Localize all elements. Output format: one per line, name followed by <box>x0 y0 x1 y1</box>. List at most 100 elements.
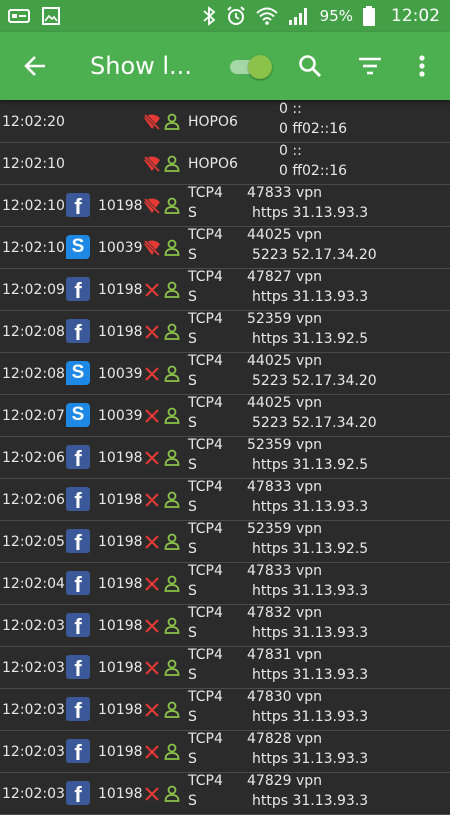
log-time: 12:02:06 <box>2 450 65 466</box>
clock: 12:02 <box>391 6 440 26</box>
skype-app-icon: S <box>66 403 90 427</box>
log-source-port: 52359 vpn <box>247 437 323 453</box>
log-row[interactable]: 12:02:03 f 10198 TCP4 S 47829 vpn https 31.13.… <box>0 773 450 815</box>
user-icon <box>164 491 180 509</box>
user-icon <box>164 239 180 257</box>
log-destination: https 31.13.92.5 <box>252 457 369 473</box>
log-time: 12:02:09 <box>2 282 65 298</box>
log-time: 12:02:10 <box>2 198 65 214</box>
log-uid: 10198 <box>98 492 143 508</box>
log-time: 12:02:03 <box>2 660 65 676</box>
log-row[interactable]: 12:02:08 f 10198 TCP4 S 52359 vpn https 31.13.… <box>0 311 450 353</box>
log-source: 0 :: <box>279 143 302 159</box>
log-time: 12:02:04 <box>2 576 65 592</box>
log-row[interactable]: 12:02:03 f 10198 TCP4 S 47830 vpn https 31.13.… <box>0 689 450 731</box>
log-row[interactable]: 12:02:03 f 10198 TCP4 S 47831 vpn https 31.13.… <box>0 647 450 689</box>
back-button[interactable] <box>0 32 70 100</box>
log-source-port: 47832 vpn <box>247 605 323 621</box>
log-enable-switch[interactable] <box>228 55 272 79</box>
log-protocol: TCP4 <box>188 227 223 243</box>
log-row[interactable]: 12:02:20 HOPO6 0 :: 0 ff02::16 <box>0 101 450 143</box>
log-row[interactable]: 12:02:10 HOPO6 0 :: 0 ff02::16 <box>0 143 450 185</box>
log-time: 12:02:07 <box>2 408 65 424</box>
skype-app-icon: S <box>66 235 90 259</box>
blocked-icon <box>143 491 161 509</box>
log-destination: 0 ff02::16 <box>279 121 348 137</box>
log-row[interactable]: 12:02:05 f 10198 TCP4 S 52359 vpn https 31.13.… <box>0 521 450 563</box>
blocked-icon <box>143 407 161 425</box>
log-flags: S <box>188 457 197 473</box>
filter-button[interactable] <box>352 48 388 84</box>
log-flags: S <box>188 793 197 809</box>
log-row[interactable]: 12:02:10 S 10039 TCP4 S 44025 vpn 5223 52.17.3… <box>0 227 450 269</box>
signal-icon <box>288 8 307 25</box>
facebook-app-icon: f <box>66 781 90 805</box>
log-row[interactable]: 12:02:03 f 10198 TCP4 S 47828 vpn https 31.13.… <box>0 731 450 773</box>
log-row[interactable]: 12:02:06 f 10198 TCP4 S 47833 vpn https 31.13.… <box>0 479 450 521</box>
log-time: 12:02:10 <box>2 156 65 172</box>
log-uid: 10039 <box>98 408 143 424</box>
log-row[interactable]: 12:02:08 S 10039 TCP4 S 44025 vpn 5223 52.17.3… <box>0 353 450 395</box>
status-bar: 95% 12:02 <box>0 0 450 32</box>
log-source: 0 :: <box>279 101 302 117</box>
log-source-port: 47833 vpn <box>247 185 323 201</box>
log-protocol: TCP4 <box>188 689 223 705</box>
search-button[interactable] <box>292 48 328 84</box>
wifi-blocked-icon <box>143 239 161 257</box>
log-flags: S <box>188 583 197 599</box>
log-flags: S <box>188 541 197 557</box>
no-sim-icon <box>8 9 30 23</box>
log-row[interactable]: 12:02:06 f 10198 TCP4 S 52359 vpn https 31.13.… <box>0 437 450 479</box>
user-icon <box>164 701 180 719</box>
log-row[interactable]: 12:02:09 f 10198 TCP4 S 47827 vpn https 31.13.… <box>0 269 450 311</box>
log-time: 12:02:08 <box>2 324 65 340</box>
log-source-port: 47829 vpn <box>247 773 323 789</box>
log-time: 12:02:03 <box>2 618 65 634</box>
user-icon <box>164 407 180 425</box>
user-icon <box>164 659 180 677</box>
log-destination: https 31.13.92.5 <box>252 541 369 557</box>
user-icon <box>164 281 180 299</box>
log-flags: S <box>188 331 197 347</box>
log-destination: https 31.13.93.3 <box>252 499 369 515</box>
log-uid: 10198 <box>98 618 143 634</box>
facebook-app-icon: f <box>66 277 90 301</box>
log-protocol: HOPO6 <box>188 114 238 130</box>
log-row[interactable]: 12:02:03 f 10198 TCP4 S 47832 vpn https 31.13.… <box>0 605 450 647</box>
log-destination: https 31.13.93.3 <box>252 709 369 725</box>
wifi-blocked-icon <box>143 155 161 173</box>
log-destination: https 31.13.93.3 <box>252 289 369 305</box>
page-title: Show l... <box>90 52 192 80</box>
battery-percent: 95% <box>319 7 353 25</box>
blocked-icon <box>143 743 161 761</box>
log-uid: 10198 <box>98 198 143 214</box>
blocked-icon <box>143 323 161 341</box>
log-time: 12:02:03 <box>2 744 65 760</box>
log-protocol: TCP4 <box>188 395 223 411</box>
log-flags: S <box>188 415 197 431</box>
facebook-app-icon: f <box>66 697 90 721</box>
more-options-button[interactable] <box>404 48 440 84</box>
log-protocol: TCP4 <box>188 479 223 495</box>
log-list[interactable]: 12:02:20 HOPO6 0 :: 0 ff02::16 12:02:10 HOPO6… <box>0 101 450 815</box>
log-flags: S <box>188 709 197 725</box>
log-row[interactable]: 12:02:10 f 10198 TCP4 S 47833 vpn https 31.13.… <box>0 185 450 227</box>
facebook-app-icon: f <box>66 487 90 511</box>
facebook-app-icon: f <box>66 529 90 553</box>
log-protocol: TCP4 <box>188 773 223 789</box>
log-uid: 10198 <box>98 744 143 760</box>
log-flags: S <box>188 205 197 221</box>
filter-icon <box>359 57 381 75</box>
user-icon <box>164 449 180 467</box>
log-flags: S <box>188 247 197 263</box>
user-icon <box>164 323 180 341</box>
user-icon <box>164 785 180 803</box>
facebook-app-icon: f <box>66 571 90 595</box>
log-time: 12:02:05 <box>2 534 65 550</box>
log-source-port: 44025 vpn <box>247 227 323 243</box>
log-flags: S <box>188 751 197 767</box>
log-uid: 10198 <box>98 450 143 466</box>
blocked-icon <box>143 785 161 803</box>
log-row[interactable]: 12:02:07 S 10039 TCP4 S 44025 vpn 5223 52.17.3… <box>0 395 450 437</box>
log-row[interactable]: 12:02:04 f 10198 TCP4 S 47833 vpn https 31.13.… <box>0 563 450 605</box>
